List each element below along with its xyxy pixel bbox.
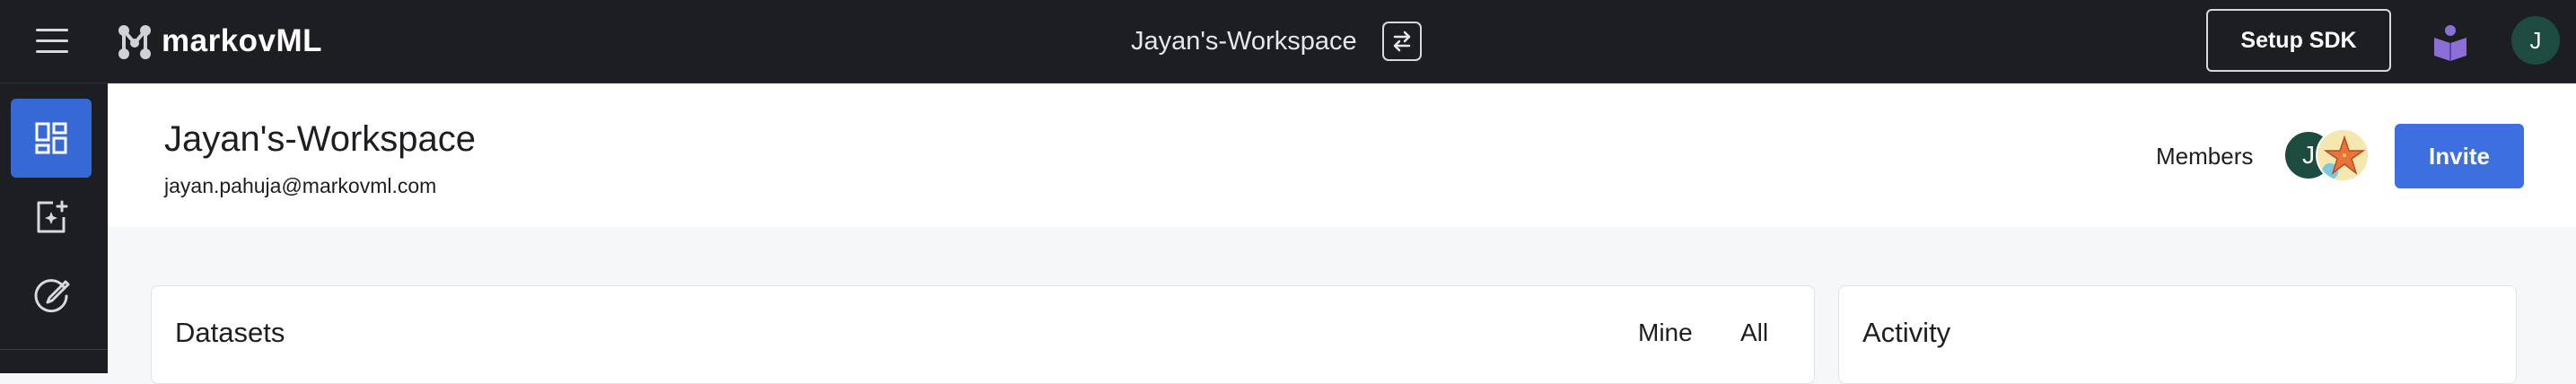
- sidebar-item-create[interactable]: [11, 178, 92, 257]
- sidebar-divider: [0, 349, 108, 350]
- current-workspace-name: Jayan's-Workspace: [1131, 26, 1357, 56]
- sidebar-item-dashboard[interactable]: [11, 99, 92, 178]
- workspace-email: jayan.pahuja@markovml.com: [164, 174, 437, 197]
- user-avatar[interactable]: J: [2511, 16, 2560, 65]
- workspace-header: Jayan's-Workspace jayan.pahuja@markovml.…: [108, 83, 2576, 227]
- tab-all[interactable]: All: [1740, 319, 1768, 347]
- member-avatar-starfish[interactable]: [2316, 128, 2370, 182]
- setup-sdk-button[interactable]: Setup SDK: [2206, 9, 2391, 72]
- switch-arrows-icon[interactable]: [1381, 22, 1422, 61]
- sidebar: [0, 83, 108, 373]
- add-sparkle-icon: [37, 200, 68, 233]
- brand-logo-link[interactable]: markovML: [115, 20, 322, 63]
- datasets-title: Datasets: [175, 317, 285, 348]
- activity-title: Activity: [1862, 317, 1951, 348]
- dashboard-icon: [35, 122, 67, 154]
- activity-card: Activity: [1838, 285, 2517, 384]
- brand-name: markovML: [162, 23, 323, 58]
- edit-circle-icon: [34, 279, 70, 313]
- markovml-logo-icon: [118, 25, 151, 59]
- workspace-switcher: Jayan's-Workspace: [1131, 18, 1422, 65]
- top-navigation-bar: markovML Jayan's-Workspace Setup SDK J: [0, 0, 2576, 83]
- starfish-avatar-icon: [2318, 130, 2368, 180]
- book-reader-icon[interactable]: [2431, 22, 2470, 61]
- hamburger-icon[interactable]: [34, 25, 70, 57]
- page-title: Jayan's-Workspace: [164, 119, 477, 159]
- tab-mine[interactable]: Mine: [1638, 319, 1693, 347]
- members-label: Members: [2156, 143, 2254, 170]
- datasets-card: Datasets Mine All: [151, 285, 1815, 384]
- invite-button[interactable]: Invite: [2395, 124, 2524, 188]
- sidebar-item-evaluate[interactable]: [11, 257, 92, 336]
